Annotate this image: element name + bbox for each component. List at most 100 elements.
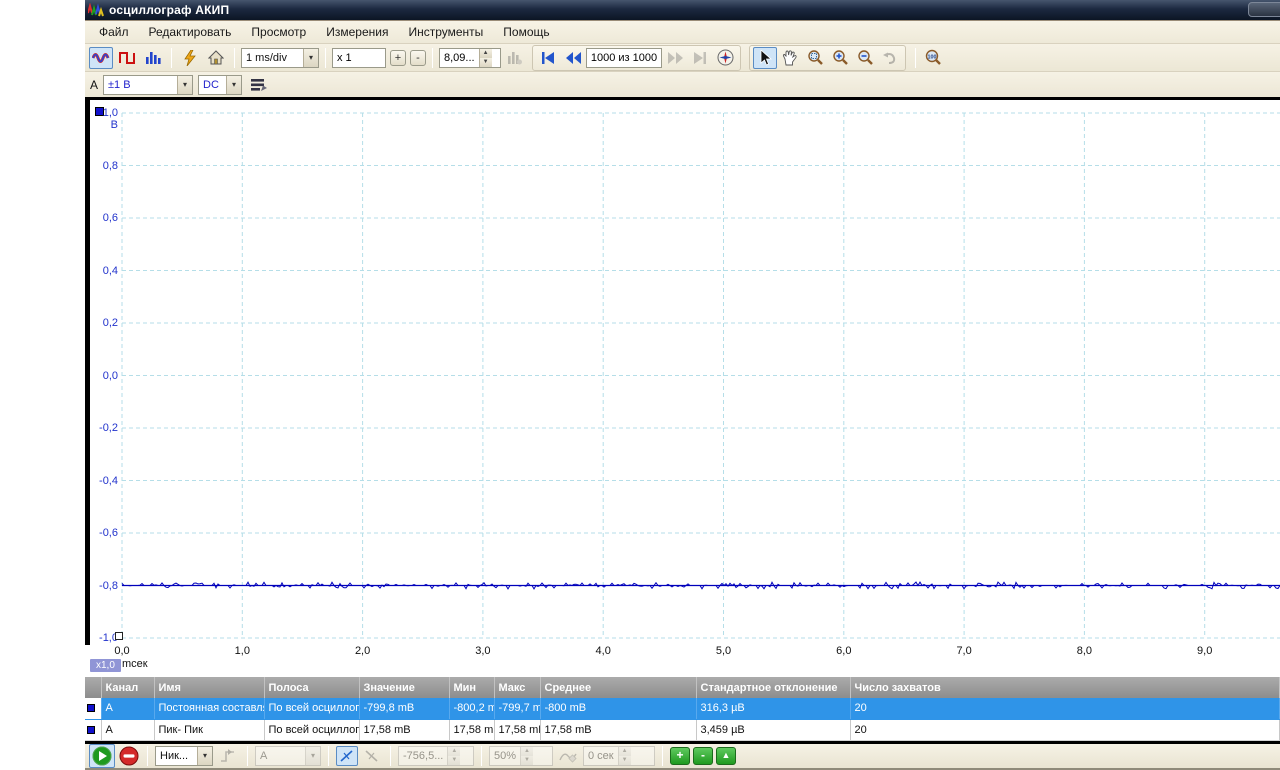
measurement-row[interactable]: AПостоянная составляющаяПо всей осциллог…	[85, 698, 1280, 720]
timebase-combobox[interactable]: 1 ms/div ▾	[241, 47, 319, 68]
table-column-header[interactable]: Имя	[154, 677, 265, 698]
measurement-cell[interactable]: Пик- Пик	[154, 719, 265, 741]
oversample-value: x 1	[337, 51, 352, 64]
buffer-overview-button[interactable]	[713, 47, 737, 69]
table-column-header[interactable]: Канал	[101, 677, 155, 698]
table-column-header[interactable]: Макс	[494, 677, 541, 698]
measurement-cell[interactable]: -799,7 mВ	[494, 698, 541, 720]
trigger-level-value: -756,5...	[403, 749, 444, 762]
table-column-header[interactable]: Среднее	[540, 677, 697, 698]
measurement-row[interactable]: AПик- ПикПо всей осциллограмме17,58 mВ17…	[85, 719, 1280, 741]
measurement-cell[interactable]: -800 mВ	[540, 698, 697, 720]
edit-measurement-button[interactable]: ▲	[716, 746, 736, 765]
histogram-hand-icon	[508, 51, 522, 64]
menu-item-1[interactable]: Редактировать	[139, 22, 242, 42]
measurement-cell[interactable]: A	[101, 698, 155, 720]
oversample-field[interactable]: x 1	[332, 47, 386, 68]
square-wave-icon	[119, 51, 135, 64]
x-axis-tick-label: 6,0	[836, 645, 852, 657]
remove-measurement-button[interactable]: -	[693, 746, 713, 765]
first-buffer-button[interactable]	[536, 47, 560, 69]
x-axis-tick-label: 5,0	[715, 645, 732, 657]
delay-curve-icon	[559, 753, 577, 763]
zoom-out-icon	[857, 50, 873, 65]
menu-item-4[interactable]: Инструменты	[398, 22, 493, 42]
y-axis-unit: В	[110, 119, 118, 131]
measurement-cell[interactable]: 20	[850, 698, 1280, 720]
marquee-zoom-button[interactable]	[803, 47, 827, 69]
channel-range-combobox[interactable]: ±1 В ▾	[103, 74, 194, 95]
toolbar-separator	[481, 745, 482, 766]
menu-item-0[interactable]: Файл	[89, 22, 139, 42]
x-axis-tick-label: 0,0	[114, 645, 130, 657]
spectrum-view-button[interactable]	[115, 47, 139, 69]
scope-view-button[interactable]	[89, 46, 113, 69]
close-button[interactable]	[1248, 2, 1280, 17]
measurement-cell[interactable]: По всей осциллограмме	[264, 719, 360, 741]
x-axis-tick-label: 7,0	[956, 645, 972, 657]
chevron-down-icon: ▾	[303, 48, 318, 67]
add-measurement-button[interactable]: +	[670, 746, 690, 765]
measurement-cell[interactable]: 17,58 mВ	[359, 719, 450, 741]
measurement-cell[interactable]: 17,58 mВ	[449, 719, 495, 741]
previous-buffer-button[interactable]	[561, 47, 585, 69]
persistence-view-button[interactable]	[141, 47, 165, 69]
fast-forward-icon	[667, 51, 683, 64]
normal-selection-button[interactable]	[753, 46, 777, 69]
table-column-header[interactable]: Мин	[449, 677, 495, 698]
window-title: осциллограф АКИП	[109, 3, 230, 17]
hand-tool-button[interactable]	[778, 47, 802, 69]
menu-item-5[interactable]: Помощь	[493, 22, 559, 42]
measurement-cell[interactable]: Постоянная составляющая	[154, 698, 265, 720]
decrease-button[interactable]: -	[410, 49, 426, 66]
table-column-header[interactable]: Стандартное отклонение	[696, 677, 851, 698]
plot-canvas[interactable]	[85, 100, 1280, 677]
trigger-delay-value: 0 сек	[588, 749, 614, 762]
trigger-origin-handle[interactable]	[115, 632, 123, 640]
increase-button[interactable]: +	[390, 49, 406, 66]
stop-capture-button[interactable]	[118, 745, 140, 767]
y-axis-tick-label: 0,6	[102, 212, 118, 224]
toolbar-separator	[328, 745, 329, 766]
toolbar-separator	[390, 745, 391, 766]
title-bar[interactable]: осциллограф АКИП	[85, 0, 1280, 20]
rising-edge-button[interactable]	[336, 745, 358, 766]
chevron-down-icon: ▾	[197, 746, 212, 765]
sine-wave-icon	[92, 52, 110, 63]
spinner-arrows-icon: ▲ ▼	[520, 746, 534, 765]
measurement-cell[interactable]: 316,3 µВ	[696, 698, 851, 720]
measurement-cell[interactable]: -799,8 mВ	[359, 698, 450, 720]
hand-icon	[782, 49, 797, 65]
menu-item-3[interactable]: Измерения	[316, 22, 398, 42]
buffer-position-field[interactable]: 1000 из 1000	[586, 47, 662, 68]
home-button[interactable]	[204, 47, 228, 69]
x-axis-tick-label: 2,0	[354, 645, 371, 657]
channel-options-button[interactable]	[247, 74, 271, 96]
x-axis-tick-label: 1,0	[234, 645, 250, 657]
measurement-cell[interactable]: -800,2 mВ	[449, 698, 495, 720]
menu-item-2[interactable]: Просмотр	[241, 22, 316, 42]
measurement-cell[interactable]: 20	[850, 719, 1280, 741]
measurement-cell[interactable]: 17,58 mВ	[540, 719, 697, 741]
trigger-mode-combobox[interactable]: Ник... ▾	[155, 745, 213, 766]
measurement-cell[interactable]: 3,459 µВ	[696, 719, 851, 741]
start-capture-button[interactable]	[89, 743, 115, 768]
zoom-in-button[interactable]	[828, 47, 852, 69]
measurement-cell[interactable]: По всей осциллограмме	[264, 698, 360, 720]
spinner-arrows-icon[interactable]: ▲ ▼	[478, 48, 492, 67]
channel-color-square-icon	[87, 704, 95, 713]
table-column-header[interactable]: Значение	[359, 677, 450, 698]
zoom-100-button[interactable]: 100	[922, 47, 950, 69]
offset-spinner[interactable]: 8,09... ▲ ▼	[439, 47, 501, 68]
auto-setup-button[interactable]	[178, 47, 202, 69]
measurement-cell[interactable]: 17,58 mВ	[494, 719, 541, 741]
table-column-header[interactable]: Полоса	[264, 677, 360, 698]
zoom-out-button[interactable]	[853, 47, 877, 69]
table-column-header[interactable]: Число захватов	[850, 677, 1280, 698]
x-axis-tick-label: 3,0	[475, 645, 491, 657]
zoom-in-icon	[832, 50, 848, 65]
measurement-cell[interactable]: A	[101, 719, 155, 741]
waveform-view[interactable]: 1,0 0,8 0,6 0,4 0,2 0,0 -0,2 -0,4 -0,6 -0,8 -1,0 В 0…	[85, 100, 1280, 677]
trigger-toolbar: Ник... ▾ A ▾ -756,5... ▲ ▼ 50% ▲ ▼ 0 сек…	[85, 743, 1280, 770]
coupling-combobox[interactable]: DC ▾	[198, 74, 243, 95]
